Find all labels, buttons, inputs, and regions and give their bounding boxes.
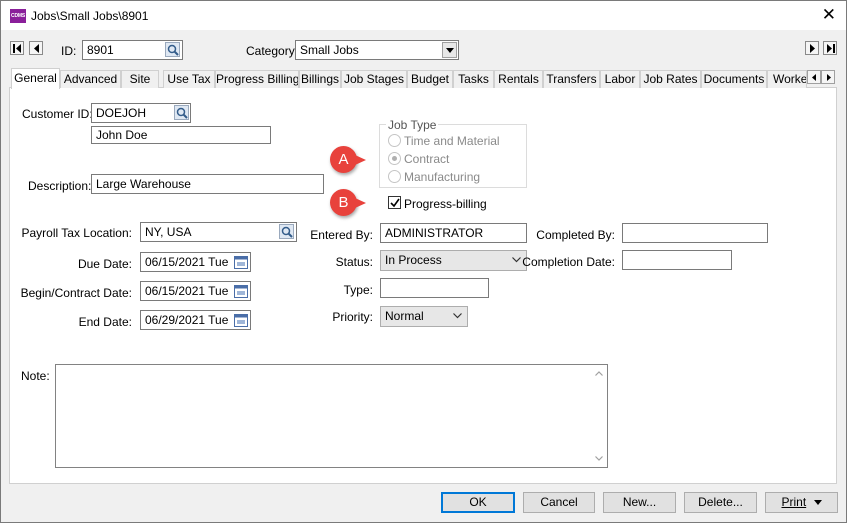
radio-manufacturing-label: Manufacturing <box>404 170 481 184</box>
tab-budget[interactable]: Budget <box>407 70 453 88</box>
priority-dropdown[interactable]: Normal <box>380 306 468 327</box>
completion-date-label: Completion Date: <box>522 255 615 269</box>
due-date-label: Due Date: <box>77 257 132 271</box>
begin-date-label: Begin/Contract Date: <box>20 286 132 300</box>
tab-documents[interactable]: Documents <box>701 70 767 88</box>
id-label: ID: <box>61 44 77 58</box>
first-record-icon <box>13 44 21 53</box>
next-record-icon <box>810 44 815 53</box>
note-scrollbar[interactable] <box>591 365 607 467</box>
tab-scroll-left-button[interactable] <box>807 70 821 84</box>
tab-job-stages[interactable]: Job Stages <box>341 70 407 88</box>
priority-label: Priority: <box>332 310 373 324</box>
last-record-button[interactable] <box>823 41 837 55</box>
caret-down-icon <box>813 500 822 505</box>
tab-transfers[interactable]: Transfers <box>543 70 600 88</box>
ok-button[interactable]: OK <box>441 492 515 513</box>
completion-date-field[interactable] <box>622 250 732 270</box>
tab-rentals[interactable]: Rentals <box>494 70 543 88</box>
tab-job-rates[interactable]: Job Rates <box>640 70 701 88</box>
tab-advanced[interactable]: Advanced <box>60 70 121 88</box>
payroll-tax-field[interactable]: NY, USA <box>140 222 297 242</box>
tab-site[interactable]: Site <box>121 70 159 88</box>
priority-value: Normal <box>385 309 424 323</box>
tab-general[interactable]: General <box>11 68 60 89</box>
new-button[interactable]: New... <box>603 492 676 513</box>
triangle-left-icon <box>812 74 816 81</box>
magnifier-icon <box>167 44 179 56</box>
note-textarea[interactable] <box>55 364 608 468</box>
magnifier-icon <box>176 107 188 119</box>
status-label: Status: <box>335 255 373 269</box>
tab-tasks[interactable]: Tasks <box>453 70 494 88</box>
job-type-legend: Job Type <box>386 118 439 132</box>
previous-record-icon <box>34 44 39 53</box>
status-dropdown[interactable]: In Process <box>380 250 527 271</box>
description-field[interactable]: Large Warehouse <box>91 174 324 194</box>
checkmark-icon <box>390 198 400 208</box>
tab-scroll-right-button[interactable] <box>821 70 835 84</box>
title-bar: CDMS Jobs\Small Jobs\8901 ✕ <box>1 1 846 30</box>
callout-marker-a: A <box>330 146 366 173</box>
payroll-tax-lookup-button[interactable] <box>279 224 294 239</box>
id-lookup-button[interactable] <box>165 42 180 57</box>
magnifier-icon <box>281 226 293 238</box>
scroll-down-icon[interactable] <box>595 456 603 461</box>
category-value: Small Jobs <box>300 43 359 57</box>
status-value: In Process <box>385 253 442 267</box>
entered-by-label: Entered By: <box>310 228 373 242</box>
close-window-icon[interactable]: ✕ <box>822 6 836 23</box>
tab-labor[interactable]: Labor <box>600 70 640 88</box>
progress-billing-checkbox[interactable] <box>388 196 401 209</box>
radio-time-and-material-label: Time and Material <box>404 134 500 148</box>
category-dropdown[interactable]: Small Jobs <box>295 40 459 60</box>
next-record-button[interactable] <box>805 41 819 55</box>
customer-lookup-button[interactable] <box>174 105 189 120</box>
window-title: Jobs\Small Jobs\8901 <box>31 9 149 23</box>
chevron-down-icon <box>446 48 454 53</box>
first-record-button[interactable] <box>10 41 24 55</box>
chevron-down-icon <box>453 313 462 319</box>
tab-billings[interactable]: Billings <box>299 70 341 88</box>
previous-record-button[interactable] <box>29 41 43 55</box>
category-label: Category: <box>246 44 299 58</box>
tab-progress-billing[interactable]: Progress Billing <box>215 70 299 88</box>
customer-id-label: Customer ID: <box>22 107 93 121</box>
scroll-up-icon[interactable] <box>595 371 603 376</box>
callout-marker-b: B <box>330 189 366 216</box>
cancel-button[interactable]: Cancel <box>523 492 595 513</box>
print-button-label: Print <box>781 495 807 509</box>
radio-time-and-material[interactable] <box>388 134 401 147</box>
category-dropdown-button[interactable] <box>442 42 457 58</box>
entered-by-field[interactable]: ADMINISTRATOR <box>380 223 527 243</box>
completed-by-label: Completed By: <box>536 228 615 242</box>
end-date-label: End Date: <box>78 315 132 329</box>
customer-name-field: John Doe <box>91 126 271 144</box>
completed-by-field[interactable] <box>622 223 768 243</box>
tab-use-tax[interactable]: Use Tax <box>163 70 215 88</box>
type-label: Type: <box>343 283 373 297</box>
triangle-right-icon <box>827 74 831 81</box>
radio-contract-label: Contract <box>404 152 450 166</box>
payroll-tax-label: Payroll Tax Location: <box>21 226 132 240</box>
radio-contract[interactable] <box>388 152 401 165</box>
print-button[interactable]: Print <box>765 492 838 513</box>
delete-button[interactable]: Delete... <box>684 492 757 513</box>
last-record-icon <box>827 44 835 53</box>
progress-billing-label: Progress-billing <box>404 197 487 211</box>
calendar-icon[interactable] <box>234 256 248 269</box>
tab-workers[interactable]: Worke <box>767 70 807 88</box>
description-label: Description: <box>28 179 92 193</box>
app-logo-icon: CDMS <box>10 9 26 23</box>
radio-manufacturing[interactable] <box>388 170 401 183</box>
note-label: Note: <box>21 369 50 383</box>
calendar-icon[interactable] <box>234 314 248 327</box>
calendar-icon[interactable] <box>234 285 248 298</box>
type-field[interactable] <box>380 278 489 298</box>
